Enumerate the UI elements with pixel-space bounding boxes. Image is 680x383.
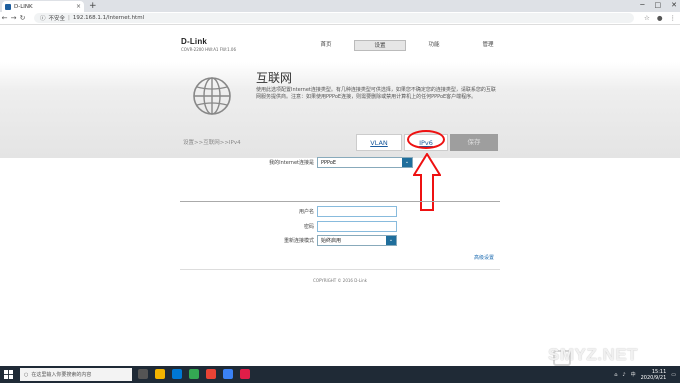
nav-home[interactable]: 首页	[300, 40, 352, 51]
window-controls: ─ □ ✕	[640, 0, 677, 11]
reconnect-value: 始终启用	[321, 238, 342, 244]
chrome-icon[interactable]	[206, 369, 216, 379]
tab-title: D-LINK	[14, 3, 33, 10]
close-window-icon[interactable]: ✕	[671, 0, 677, 11]
conn-type-row: 我的Internet连接是 PPPoE ⌄	[230, 157, 413, 168]
footer-divider	[180, 269, 500, 270]
date: 2020/9/21	[640, 374, 667, 381]
reload-icon[interactable]: ↻	[18, 14, 27, 22]
browser-tab-bar: D-LINK × + ─ □ ✕	[0, 0, 680, 12]
copyright: COPYRIGHT © 2016 D-Link	[313, 278, 367, 283]
globe-icon	[193, 77, 231, 115]
nav-settings[interactable]: 设置	[354, 40, 406, 51]
breadcrumb: 设置>>互联网>>IPv4	[183, 140, 241, 146]
task-view-icon[interactable]	[138, 369, 148, 379]
app-icon[interactable]	[223, 369, 233, 379]
chevron-down-icon: ⌄	[386, 236, 396, 245]
password-label: 密码	[303, 224, 314, 230]
watermark: SMYZ.NET	[548, 345, 638, 364]
dlink-favicon-icon	[5, 3, 11, 10]
chevron-down-icon: ⌄	[402, 158, 412, 167]
menu-icon[interactable]: ⋮	[670, 12, 677, 25]
tab-close-icon[interactable]: ×	[76, 3, 81, 10]
info-icon[interactable]: ⓘ	[40, 14, 46, 22]
taskbar-search-input[interactable]: ○ 在这里输入你要搜索的内容	[20, 368, 132, 381]
app-icon[interactable]	[189, 369, 199, 379]
taskbar: ○ 在这里输入你要搜索的内容 ⌂ ♪ 中 15:11 2020/9/21 ▭	[0, 366, 680, 383]
search-icon: ○	[24, 371, 29, 378]
url-text: 192.168.1.1/Internet.html	[72, 15, 145, 21]
clock[interactable]: 15:11 2020/9/21	[641, 369, 667, 381]
vlan-button[interactable]: VLAN	[356, 134, 402, 151]
nav-management[interactable]: 管理	[462, 40, 514, 51]
app-icon[interactable]	[240, 369, 250, 379]
router-header: D-Link COVR-2200 HW:A1 FW:1.06 首页 设置 功能 …	[0, 26, 680, 62]
password-row: 密码	[230, 221, 397, 232]
url-separator: |	[68, 15, 70, 21]
highlight-arrow-icon	[413, 153, 441, 211]
highlight-circle	[407, 130, 445, 149]
new-tab-button[interactable]: +	[89, 0, 97, 12]
minimize-icon[interactable]: ─	[640, 0, 644, 11]
browser-tab[interactable]: D-LINK ×	[2, 1, 84, 12]
username-row: 用户名	[230, 206, 397, 217]
router-page: D-Link COVR-2200 HW:A1 FW:1.06 首页 设置 功能 …	[0, 26, 680, 357]
security-label: 不安全	[48, 16, 66, 22]
url-field[interactable]: ⓘ 不安全 | 192.168.1.1/Internet.html	[34, 13, 634, 23]
sub-toolbar: 设置>>互联网>>IPv4 VLAN IPv6 保存	[0, 129, 680, 151]
address-bar: ← → ↻ ⓘ 不安全 | 192.168.1.1/Internet.html …	[0, 12, 680, 25]
reconnect-row: 重新连接模式 始终启用 ⌄	[230, 235, 397, 246]
advanced-settings-link[interactable]: 高级设置	[474, 254, 494, 261]
back-icon[interactable]: ←	[0, 14, 9, 22]
model-info: COVR-2200 HW:A1 FW:1.06	[181, 47, 237, 52]
file-explorer-icon[interactable]	[155, 369, 165, 379]
conn-type-value: PPPoE	[321, 159, 337, 166]
dlink-logo: D-Link	[181, 37, 208, 46]
volume-icon[interactable]: ♪	[622, 372, 625, 378]
page-description: 使用此选项配置Internet连接类型。有几种连接类型可供选择，如果您不确定您的…	[256, 87, 496, 100]
username-field[interactable]	[317, 206, 397, 217]
username-label: 用户名	[298, 209, 314, 215]
conn-type-label: 我的Internet连接是	[269, 160, 314, 166]
form-divider	[180, 201, 500, 202]
nav-features[interactable]: 功能	[408, 40, 460, 51]
input-language[interactable]: 中	[631, 371, 636, 378]
network-icon[interactable]: ⌂	[614, 372, 617, 378]
system-tray: ⌂ ♪ 中 15:11 2020/9/21 ▭	[614, 367, 676, 382]
address-bar-actions: ☆ ● ⋮	[644, 12, 676, 25]
password-field[interactable]	[317, 221, 397, 232]
account-icon[interactable]: ●	[657, 12, 663, 25]
edge-icon[interactable]	[172, 369, 182, 379]
search-placeholder: 在这里输入你要搜索的内容	[31, 372, 92, 378]
taskbar-apps	[138, 369, 250, 379]
forward-icon[interactable]: →	[9, 14, 18, 22]
windows-start-icon[interactable]	[4, 370, 13, 379]
page-title: 互联网	[256, 71, 293, 85]
reconnect-label: 重新连接模式	[283, 238, 314, 244]
reconnect-select[interactable]: 始终启用 ⌄	[317, 235, 397, 246]
bookmark-star-icon[interactable]: ☆	[644, 12, 650, 25]
notification-icon[interactable]: ▭	[671, 372, 676, 378]
save-button[interactable]: 保存	[450, 134, 498, 151]
conn-type-select[interactable]: PPPoE ⌄	[317, 157, 413, 168]
maximize-icon[interactable]: □	[655, 0, 662, 11]
main-nav: 首页 设置 功能 管理	[300, 40, 516, 51]
